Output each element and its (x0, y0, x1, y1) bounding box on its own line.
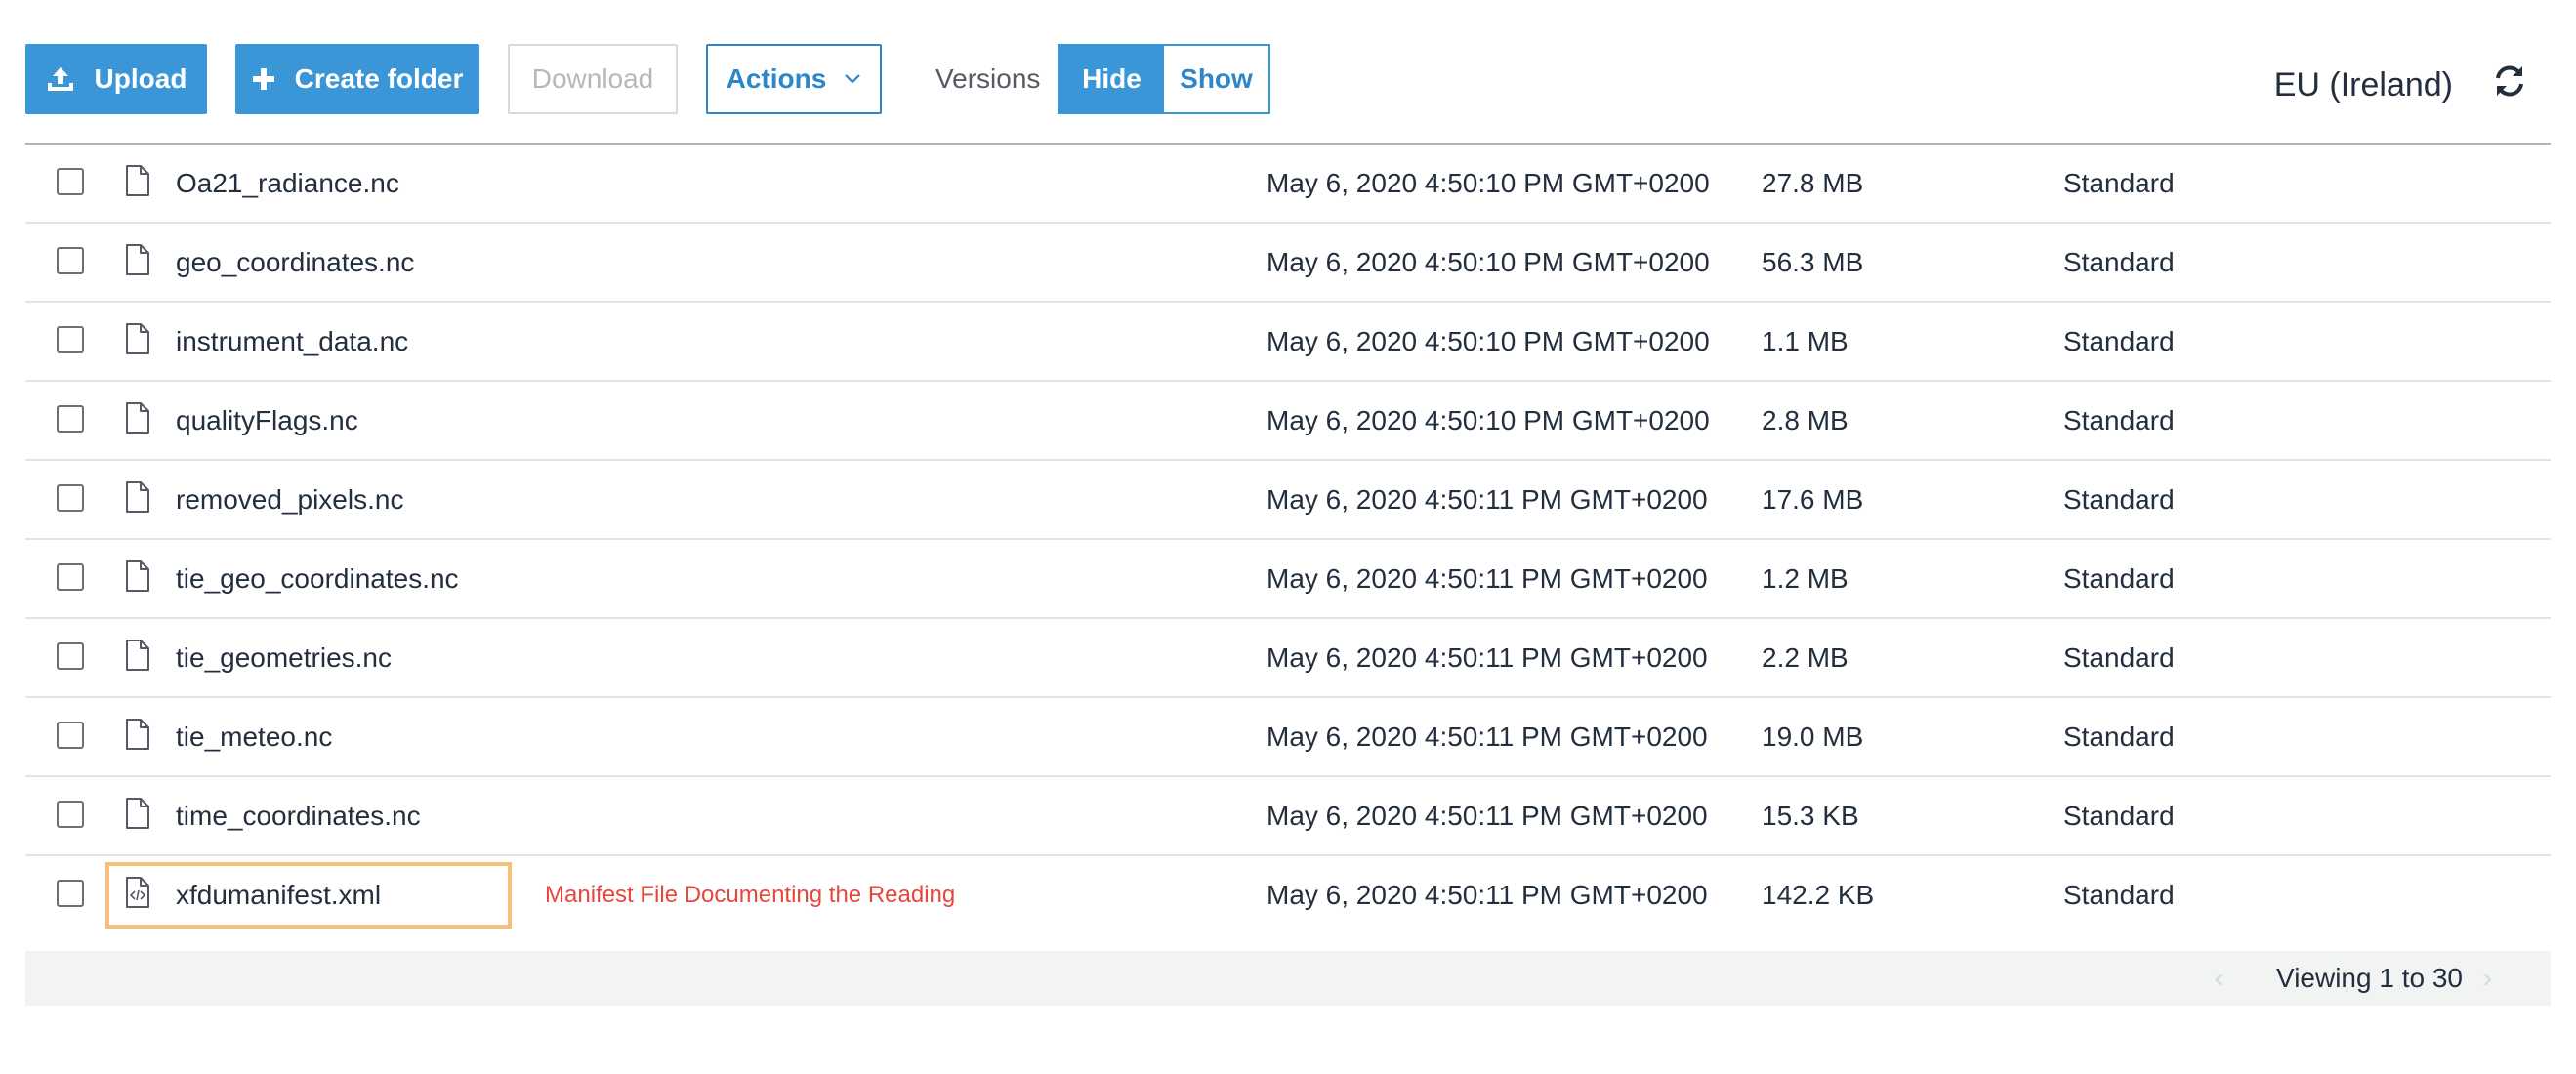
file-size: 19.0 MB (1762, 722, 1864, 752)
last-modified: May 6, 2020 4:50:10 PM GMT+0200 (1267, 168, 1710, 198)
file-icon (126, 244, 149, 275)
row-checkbox[interactable] (57, 326, 84, 353)
file-icon (126, 719, 149, 750)
table-row[interactable]: qualityFlags.nc May 6, 2020 4:50:10 PM GM… (25, 382, 2551, 461)
annotation-text: Manifest File Documenting the Reading (545, 882, 956, 908)
storage-class: Standard (2063, 563, 2175, 594)
storage-class: Standard (2063, 484, 2175, 515)
row-checkbox[interactable] (57, 801, 84, 828)
table-row[interactable]: Oa21_radiance.nc May 6, 2020 4:50:10 PM G… (25, 145, 2551, 224)
versions-toggle: Hide Show (1058, 44, 1270, 114)
file-name[interactable]: removed_pixels.nc (176, 461, 403, 538)
plus-icon (252, 68, 274, 90)
file-table: Oa21_radiance.nc May 6, 2020 4:50:10 PM G… (25, 143, 2551, 933)
table-row[interactable]: tie_geometries.nc May 6, 2020 4:50:11 PM … (25, 619, 2551, 698)
file-name[interactable]: tie_meteo.nc (176, 698, 332, 775)
last-modified: May 6, 2020 4:50:10 PM GMT+0200 (1267, 247, 1710, 277)
storage-class: Standard (2063, 801, 2175, 831)
file-size: 1.2 MB (1762, 563, 1849, 594)
last-modified: May 6, 2020 4:50:11 PM GMT+0200 (1267, 563, 1708, 594)
row-checkbox[interactable] (57, 405, 84, 433)
last-modified: May 6, 2020 4:50:10 PM GMT+0200 (1267, 405, 1710, 435)
last-modified: May 6, 2020 4:50:11 PM GMT+0200 (1267, 642, 1708, 673)
row-checkbox[interactable] (57, 642, 84, 670)
storage-class: Standard (2063, 880, 2175, 910)
table-row[interactable]: tie_geo_coordinates.nc May 6, 2020 4:50:1… (25, 540, 2551, 619)
last-modified: May 6, 2020 4:50:10 PM GMT+0200 (1267, 326, 1710, 356)
file-size: 56.3 MB (1762, 247, 1864, 277)
file-name[interactable]: qualityFlags.nc (176, 382, 358, 459)
upload-button[interactable]: Upload (25, 44, 207, 114)
chevron-down-icon (845, 74, 861, 84)
upload-label: Upload (94, 63, 187, 94)
file-icon (126, 402, 149, 434)
file-size: 27.8 MB (1762, 168, 1864, 198)
row-checkbox[interactable] (57, 722, 84, 749)
row-checkbox[interactable] (57, 484, 84, 512)
file-size: 142.2 KB (1762, 880, 1875, 910)
code-file-icon (126, 877, 149, 908)
region-selector[interactable]: EU (Ireland) (2274, 44, 2453, 114)
file-name[interactable]: xfdumanifest.xml (176, 856, 381, 933)
table-row[interactable]: removed_pixels.nc May 6, 2020 4:50:11 PM … (25, 461, 2551, 540)
file-icon (126, 165, 149, 196)
table-row[interactable]: geo_coordinates.nc May 6, 2020 4:50:10 PM… (25, 224, 2551, 303)
versions-hide-button[interactable]: Hide (1059, 46, 1164, 112)
s3-bucket-browser: Upload Create folder Download Actions Ve… (0, 0, 2576, 1074)
row-checkbox[interactable] (57, 563, 84, 591)
storage-class: Standard (2063, 722, 2175, 752)
last-modified: May 6, 2020 4:50:11 PM GMT+0200 (1267, 801, 1708, 831)
refresh-icon[interactable] (2490, 62, 2529, 101)
file-icon (126, 798, 149, 829)
file-icon (126, 323, 149, 354)
storage-class: Standard (2063, 405, 2175, 435)
next-page-icon[interactable]: › (2483, 951, 2492, 1006)
last-modified: May 6, 2020 4:50:11 PM GMT+0200 (1267, 880, 1708, 910)
versions-label: Versions (935, 63, 1041, 94)
file-size: 2.2 MB (1762, 642, 1849, 673)
prev-page-icon[interactable]: ‹ (2215, 951, 2223, 1006)
file-name[interactable]: Oa21_radiance.nc (176, 145, 399, 222)
actions-dropdown[interactable]: Actions (706, 44, 882, 114)
versions-show-button[interactable]: Show (1164, 46, 1268, 112)
row-checkbox[interactable] (57, 247, 84, 274)
storage-class: Standard (2063, 642, 2175, 673)
file-name[interactable]: tie_geometries.nc (176, 619, 392, 696)
file-name[interactable]: tie_geo_coordinates.nc (176, 540, 459, 617)
pagination-text: Viewing 1 to 30 (2276, 963, 2463, 993)
last-modified: May 6, 2020 4:50:11 PM GMT+0200 (1267, 722, 1708, 752)
file-name[interactable]: time_coordinates.nc (176, 777, 421, 854)
table-row[interactable]: instrument_data.nc May 6, 2020 4:50:10 PM… (25, 303, 2551, 382)
file-name[interactable]: instrument_data.nc (176, 303, 408, 380)
file-size: 2.8 MB (1762, 405, 1849, 435)
download-button[interactable]: Download (508, 44, 678, 114)
storage-class: Standard (2063, 247, 2175, 277)
table-row[interactable]: xfdumanifest.xml Manifest File Documentin… (25, 856, 2551, 933)
file-size: 15.3 KB (1762, 801, 1859, 831)
storage-class: Standard (2063, 168, 2175, 198)
pagination-bar: ‹ Viewing 1 to 30 › (25, 951, 2551, 1006)
download-label: Download (531, 63, 654, 94)
row-checkbox[interactable] (57, 168, 84, 195)
file-size: 1.1 MB (1762, 326, 1849, 356)
file-icon (126, 481, 149, 513)
create-folder-button[interactable]: Create folder (235, 44, 479, 114)
file-icon (126, 560, 149, 592)
storage-class: Standard (2063, 326, 2175, 356)
last-modified: May 6, 2020 4:50:11 PM GMT+0200 (1267, 484, 1708, 515)
table-row[interactable]: tie_meteo.nc May 6, 2020 4:50:11 PM GMT+0… (25, 698, 2551, 777)
table-row[interactable]: time_coordinates.nc May 6, 2020 4:50:11 P… (25, 777, 2551, 856)
actions-label: Actions (726, 63, 827, 94)
row-checkbox[interactable] (57, 880, 84, 907)
file-name[interactable]: geo_coordinates.nc (176, 224, 414, 301)
file-size: 17.6 MB (1762, 484, 1864, 515)
toolbar: Upload Create folder Download Actions Ve… (25, 44, 2551, 114)
file-icon (126, 640, 149, 671)
create-folder-label: Create folder (294, 63, 464, 94)
upload-icon (47, 67, 73, 91)
